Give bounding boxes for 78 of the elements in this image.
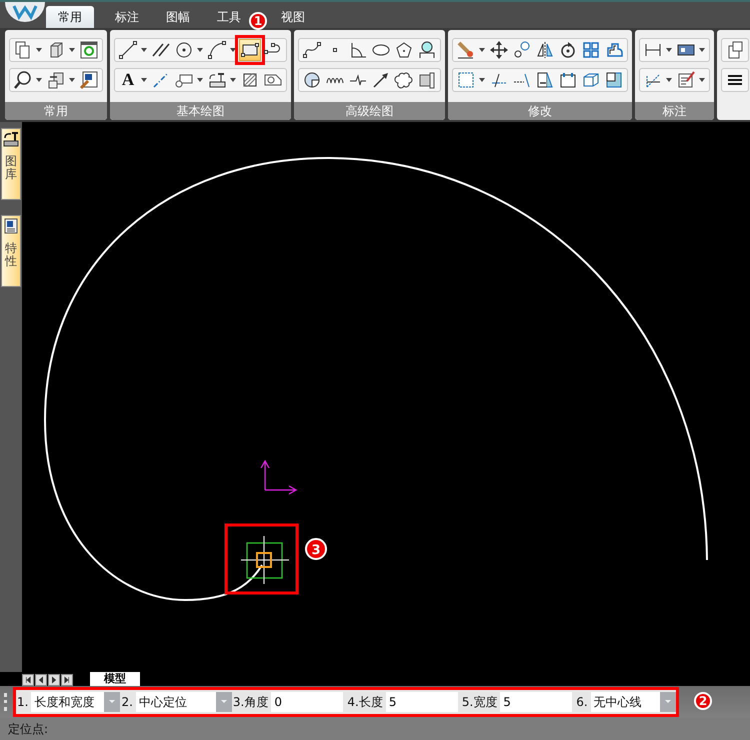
group-label: 标注 [635, 102, 714, 120]
sheet-nav-button[interactable] [22, 674, 34, 686]
lamp-icon [417, 40, 437, 60]
brush-icon [456, 40, 476, 60]
first-arrow-icon [24, 676, 32, 684]
circle-icon [174, 40, 194, 60]
card-icon [3, 218, 19, 234]
letter-glyph: A [122, 70, 134, 90]
ribbon-tab[interactable]: 视图 [275, 6, 311, 28]
ribbon-tab[interactable]: 工具 [211, 6, 247, 28]
ucs-axes-icon [260, 460, 298, 495]
crosshair-cursor-icon [240, 536, 290, 584]
stamp-icon [3, 131, 19, 147]
group-label: 常用 [5, 102, 107, 120]
wave-icon [326, 76, 344, 84]
dropdown-field[interactable]: 长度和宽度 [31, 692, 120, 712]
caret-icon[interactable] [666, 48, 672, 52]
drawing-canvas[interactable]: 3 [22, 122, 750, 672]
group-label: 基本绘图 [110, 102, 291, 120]
move-icon [489, 40, 509, 60]
caret-icon[interactable] [699, 78, 705, 82]
last-arrow-icon [63, 676, 71, 684]
caret-icon[interactable] [197, 48, 203, 52]
group-label: 修改 [448, 102, 632, 120]
prev-arrow-icon [37, 676, 45, 684]
field-label: 4.长度 [346, 694, 384, 710]
field-label: 3.角度 [232, 694, 270, 710]
ribbon-tab[interactable]: 图幅 [160, 6, 196, 28]
caret-icon[interactable] [230, 48, 236, 52]
next-arrow-icon [50, 676, 58, 684]
step-badge: 2 [694, 692, 712, 710]
app-logo-icon[interactable] [5, 2, 45, 24]
field-label: 2. [120, 695, 134, 709]
caret-icon[interactable] [141, 48, 147, 52]
caret-icon[interactable] [699, 48, 705, 52]
tool-button[interactable] [488, 39, 510, 61]
field-label: 6. [575, 695, 589, 709]
caret-icon[interactable] [36, 78, 42, 82]
sheet-nav-button[interactable] [61, 674, 73, 686]
stamp-icon [207, 70, 227, 90]
sheet-nav-button[interactable] [35, 674, 47, 686]
dropdown-field[interactable]: 中心定位 [136, 692, 232, 712]
rectangle-icon [240, 40, 260, 60]
caret-icon[interactable] [36, 48, 42, 52]
caret-icon[interactable] [230, 78, 236, 82]
caret-icon[interactable] [69, 78, 75, 82]
input-field[interactable]: 0 [271, 692, 344, 712]
side-tab[interactable]: 图库 [1, 128, 21, 200]
caret-icon[interactable] [69, 48, 75, 52]
input-field[interactable]: 5 [500, 692, 572, 712]
arrow-icon [371, 70, 391, 90]
step-badge: 3 [305, 538, 327, 560]
caret-icon[interactable] [141, 78, 147, 82]
tool-button[interactable] [78, 39, 100, 61]
field-label: 5.宽度 [460, 694, 498, 710]
tool-button[interactable]: A [117, 69, 139, 91]
caret-icon[interactable] [479, 78, 485, 82]
status-text: 定位点: [8, 720, 48, 738]
tool-button[interactable] [206, 39, 228, 61]
tool-button[interactable] [78, 69, 100, 91]
caret-icon[interactable] [666, 78, 672, 82]
ribbon-tab[interactable]: 标注 [109, 6, 145, 28]
side-tab[interactable]: 特性 [1, 215, 21, 287]
point-icon [332, 47, 338, 53]
caret-icon[interactable] [479, 48, 485, 52]
group-label: 高级绘图 [294, 102, 445, 120]
grid-icon [581, 40, 601, 60]
caret-icon[interactable] [197, 78, 203, 82]
dropdown-field[interactable]: 无中心线 [590, 692, 676, 712]
ribbon-tab[interactable]: 常用 [46, 6, 94, 28]
tool-button[interactable] [301, 39, 323, 61]
grip-handle[interactable] [4, 693, 10, 711]
tool-button[interactable] [117, 39, 139, 61]
sheet-tab[interactable]: 模型 [90, 672, 140, 686]
sheet-nav-button[interactable] [48, 674, 60, 686]
field-label: 1. [16, 695, 30, 709]
mirror-icon [535, 40, 555, 60]
input-field[interactable]: 5 [386, 692, 458, 712]
